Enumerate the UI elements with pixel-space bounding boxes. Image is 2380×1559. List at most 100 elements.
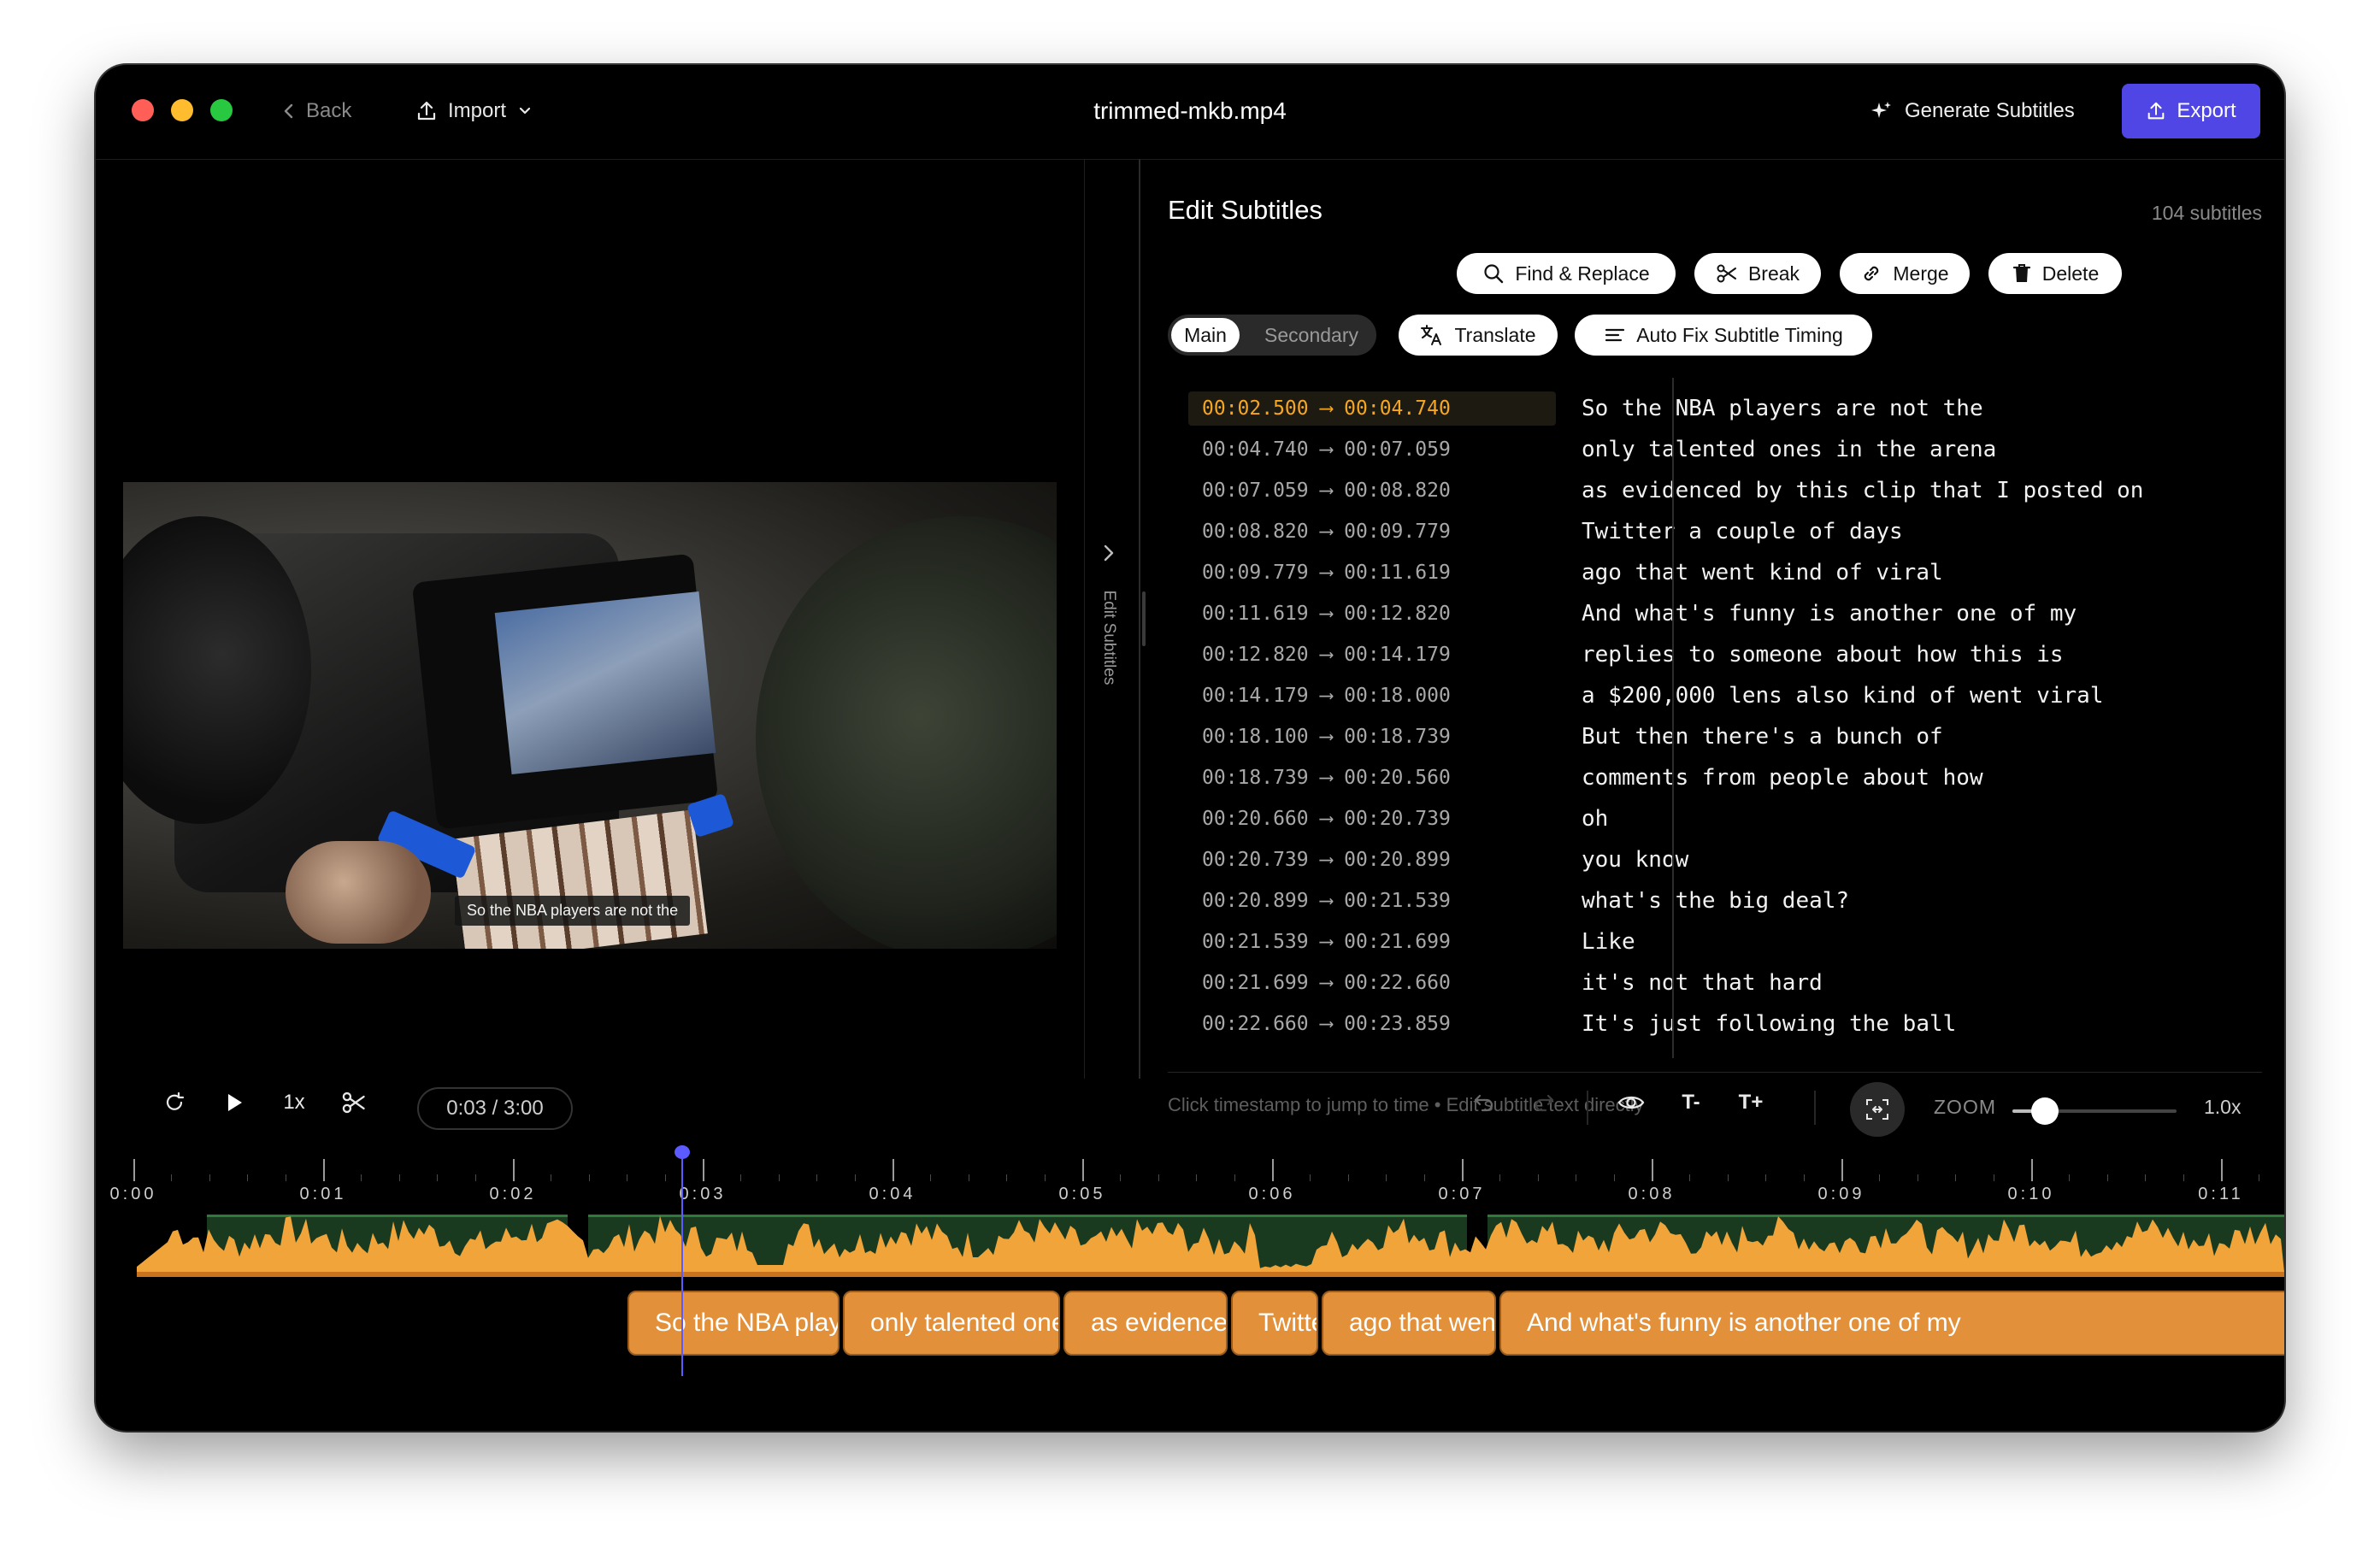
chevron-right-icon[interactable] bbox=[1096, 540, 1122, 566]
redo-button[interactable] bbox=[147, 1075, 202, 1130]
find-replace-button[interactable]: Find & Replace bbox=[1457, 253, 1676, 294]
break-button[interactable]: Break bbox=[1694, 253, 1821, 294]
divider bbox=[1587, 1091, 1588, 1125]
subtitle-timestamp[interactable]: 00:22.660 ⟶ 00:23.859 bbox=[1188, 1007, 1556, 1041]
subtitle-timestamp[interactable]: 00:18.739 ⟶ 00:20.560 bbox=[1188, 761, 1556, 795]
zoom-slider[interactable] bbox=[2012, 1097, 2177, 1125]
subtitle-timestamp[interactable]: 00:14.179 ⟶ 00:18.000 bbox=[1188, 679, 1556, 713]
subtitle-timestamp[interactable]: 00:18.100 ⟶ 00:18.739 bbox=[1188, 720, 1556, 754]
resize-handle[interactable] bbox=[1142, 591, 1146, 646]
timeline-minor-tick bbox=[1196, 1174, 1198, 1181]
timeline-tick-label: 0:09 bbox=[1817, 1185, 1865, 1203]
subtitle-timestamp[interactable]: 00:21.699 ⟶ 00:22.660 bbox=[1188, 966, 1556, 1000]
tab-secondary[interactable]: Secondary bbox=[1253, 318, 1370, 352]
timeline-ruler[interactable]: 0:00 0:01 0:02 0:03 0:04 0:05 0:06 0:07 0:08 0:09… bbox=[96, 1145, 2284, 1214]
play-icon bbox=[228, 1094, 242, 1111]
subtitle-row: 00:18.739 ⟶ 00:20.560 comments from peopl… bbox=[1168, 757, 2262, 798]
merge-button[interactable]: Merge bbox=[1840, 253, 1970, 294]
timeline-minor-tick bbox=[2069, 1174, 2071, 1181]
sparkle-icon bbox=[1871, 102, 1891, 118]
redo-icon bbox=[1535, 1094, 1554, 1112]
subtitle-text[interactable]: Like bbox=[1582, 925, 1635, 959]
time-display: 0:03 / 3:00 bbox=[417, 1087, 573, 1130]
subtitle-text[interactable]: only talented ones in the arena bbox=[1582, 432, 1996, 467]
translate-label: Translate bbox=[1454, 323, 1536, 346]
fit-timeline-button[interactable] bbox=[1850, 1082, 1905, 1137]
translate-icon bbox=[1421, 325, 1442, 345]
subtitle-text[interactable]: ago that went kind of viral bbox=[1582, 556, 1943, 590]
tab-main[interactable]: Main bbox=[1171, 318, 1240, 352]
subtitle-timestamp[interactable]: 00:12.820 ⟶ 00:14.179 bbox=[1188, 638, 1556, 672]
timeline-minor-tick bbox=[437, 1174, 439, 1181]
search-icon bbox=[1484, 264, 1504, 284]
subtitle-text[interactable]: as evidenced by this clip that I posted … bbox=[1582, 474, 2143, 508]
subtitle-row: 00:02.500 ⟶ 00:04.740 So the NBA players … bbox=[1168, 388, 2262, 429]
subtitle-text[interactable]: Twitter a couple of days bbox=[1582, 515, 1903, 549]
split-button[interactable] bbox=[327, 1075, 381, 1130]
timeline-tick bbox=[2221, 1159, 2223, 1181]
play-button[interactable] bbox=[207, 1075, 262, 1130]
timeline-minor-tick bbox=[474, 1174, 476, 1181]
subtitle-timestamp[interactable]: 00:09.779 ⟶ 00:11.619 bbox=[1188, 556, 1556, 590]
subtitle-timestamp[interactable]: 00:11.619 ⟶ 00:12.820 bbox=[1188, 597, 1556, 631]
subtitle-text[interactable]: So the NBA players are not the bbox=[1582, 391, 1983, 426]
subtitle-text[interactable]: oh bbox=[1582, 802, 1608, 836]
timeline-minor-tick bbox=[1879, 1174, 1881, 1181]
video-frame[interactable]: So the NBA players are not the bbox=[123, 482, 1057, 949]
subtitle-timestamp[interactable]: 00:07.059 ⟶ 00:08.820 bbox=[1188, 474, 1556, 508]
increase-text-size-button[interactable]: T+ bbox=[1723, 1075, 1778, 1130]
timeline-minor-tick bbox=[1765, 1174, 1767, 1181]
subtitle-text[interactable]: comments from people about how bbox=[1582, 761, 1983, 795]
export-button[interactable]: Export bbox=[2122, 84, 2260, 138]
undo-icon bbox=[1474, 1094, 1493, 1112]
collapse-panel-label[interactable]: Edit Subtitles bbox=[1099, 591, 1118, 685]
monitor-screen-shape bbox=[494, 591, 716, 775]
timeline-minor-tick bbox=[171, 1174, 173, 1181]
timeline-tick-label: 0:03 bbox=[679, 1185, 727, 1203]
subtitle-timestamp[interactable]: 00:21.539 ⟶ 00:21.699 bbox=[1188, 925, 1556, 959]
subtitle-text[interactable]: replies to someone about how this is bbox=[1582, 638, 2064, 672]
break-label: Break bbox=[1747, 262, 1800, 285]
merge-label: Merge bbox=[1893, 262, 1949, 285]
playback-speed-button[interactable]: 1x bbox=[267, 1075, 321, 1130]
subtitle-clip[interactable]: And what's funny is another one of my bbox=[1499, 1291, 2284, 1356]
generate-subtitles-label: Generate Subtitles bbox=[1905, 99, 2075, 122]
timeline-minor-tick bbox=[816, 1174, 818, 1181]
subtitle-text[interactable]: what's the big deal? bbox=[1582, 884, 1849, 918]
playhead-handle[interactable] bbox=[675, 1145, 690, 1159]
playhead[interactable] bbox=[681, 1149, 683, 1376]
subtitle-text[interactable]: It's just following the ball bbox=[1582, 1007, 1956, 1041]
subtitle-clip[interactable]: So the NBA players are not the bbox=[627, 1291, 839, 1356]
delete-button[interactable]: Delete bbox=[1988, 253, 2122, 294]
undo-button[interactable] bbox=[1460, 1075, 1508, 1130]
auto-fix-timing-button[interactable]: Auto Fix Subtitle Timing bbox=[1575, 315, 1872, 356]
timeline-tick bbox=[513, 1159, 515, 1181]
subtitle-row: 00:22.660 ⟶ 00:23.859 It's just following… bbox=[1168, 1003, 2262, 1044]
subtitle-timestamp[interactable]: 00:20.739 ⟶ 00:20.899 bbox=[1188, 843, 1556, 877]
subtitle-clip[interactable]: Twitter a couple of days bbox=[1231, 1291, 1318, 1356]
translate-button[interactable]: Translate bbox=[1399, 315, 1558, 356]
subtitle-timestamp[interactable]: 00:20.899 ⟶ 00:21.539 bbox=[1188, 884, 1556, 918]
subtitle-clip[interactable]: as evidenced by this clip that I posted … bbox=[1063, 1291, 1228, 1356]
decrease-text-size-button[interactable]: T- bbox=[1664, 1075, 1718, 1130]
subtitle-clip[interactable]: only talented ones in the arena bbox=[843, 1291, 1060, 1356]
subtitle-timestamp[interactable]: 00:20.660 ⟶ 00:20.739 bbox=[1188, 802, 1556, 836]
redo-history-button[interactable] bbox=[1520, 1075, 1568, 1130]
timeline-minor-tick bbox=[1120, 1174, 1122, 1181]
subtitle-timestamp[interactable]: 00:04.740 ⟶ 00:07.059 bbox=[1188, 432, 1556, 467]
timeline-tick-label: 0:01 bbox=[299, 1185, 347, 1203]
subtitle-timestamp[interactable]: 00:02.500 ⟶ 00:04.740 bbox=[1188, 391, 1556, 426]
generate-subtitles-button[interactable]: Generate Subtitles bbox=[1870, 94, 2075, 128]
zoom-slider-knob[interactable] bbox=[2031, 1097, 2059, 1125]
timeline-minor-tick bbox=[1423, 1174, 1425, 1181]
toggle-subtitles-visibility-button[interactable] bbox=[1604, 1075, 1658, 1130]
subtitle-text[interactable]: And what's funny is another one of my bbox=[1582, 597, 2077, 631]
subtitle-text[interactable]: it's not that hard bbox=[1582, 966, 1823, 1000]
subtitle-clip[interactable]: ago that went kind of viral bbox=[1322, 1291, 1496, 1356]
timeline-minor-tick bbox=[1158, 1174, 1159, 1181]
subtitle-timestamp[interactable]: 00:08.820 ⟶ 00:09.779 bbox=[1188, 515, 1556, 549]
timeline-minor-tick bbox=[1499, 1174, 1501, 1181]
subtitle-text[interactable]: a $200,000 lens also kind of went viral bbox=[1582, 679, 2103, 713]
subtitle-text[interactable]: But then there's a bunch of bbox=[1582, 720, 1943, 754]
timeline-tick bbox=[1462, 1159, 1464, 1181]
